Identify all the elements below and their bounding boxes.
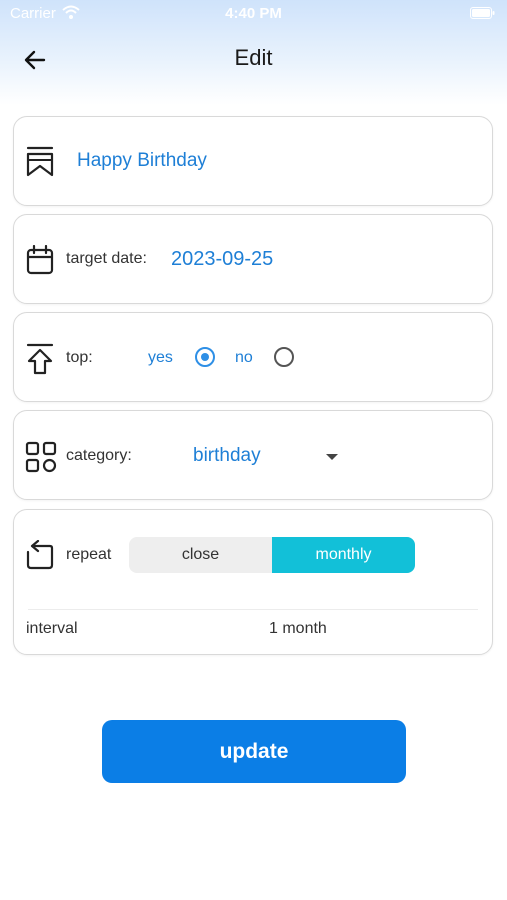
repeat-divider (28, 609, 478, 610)
interval-label: interval (26, 620, 78, 637)
status-bar: Carrier 4:40 PM (0, 0, 507, 28)
calendar-icon (26, 245, 54, 275)
repeat-card: repeat close monthly interval 1 month (13, 509, 493, 655)
clock: 4:40 PM (225, 5, 282, 22)
title-field-card[interactable]: Happy Birthday (13, 116, 493, 206)
dropdown-arrow-icon[interactable] (325, 453, 339, 461)
top-option-yes-label[interactable]: yes (148, 349, 173, 367)
repeat-label: repeat (66, 546, 112, 563)
top-label: top: (66, 349, 93, 366)
target-date-card: target date: 2023-09-25 (13, 214, 493, 304)
top-yes-radio[interactable] (195, 347, 215, 367)
repeat-option-close[interactable]: close (129, 537, 272, 573)
battery-icon (470, 7, 495, 19)
target-date-label: target date: (66, 250, 147, 267)
repeat-option-monthly[interactable]: monthly (272, 537, 415, 573)
category-grid-icon (25, 441, 57, 473)
bookmark-icon (26, 146, 54, 177)
title-input[interactable]: Happy Birthday (77, 150, 207, 172)
update-button[interactable]: update (102, 720, 406, 783)
top-card: top: yes no (13, 312, 493, 402)
category-dropdown-value[interactable]: birthday (193, 445, 261, 467)
category-label: category: (66, 447, 132, 464)
navigation-bar: Edit (0, 36, 507, 82)
target-date-value[interactable]: 2023-09-25 (171, 248, 273, 271)
top-no-radio[interactable] (274, 347, 294, 367)
category-card: category: birthday (13, 410, 493, 500)
repeat-icon (26, 540, 54, 570)
top-option-no-label[interactable]: no (235, 349, 253, 367)
interval-value[interactable]: 1 month (269, 620, 327, 638)
repeat-segmented-control: close monthly (129, 537, 415, 573)
pin-to-top-icon (26, 343, 54, 375)
page-title: Edit (234, 45, 273, 70)
